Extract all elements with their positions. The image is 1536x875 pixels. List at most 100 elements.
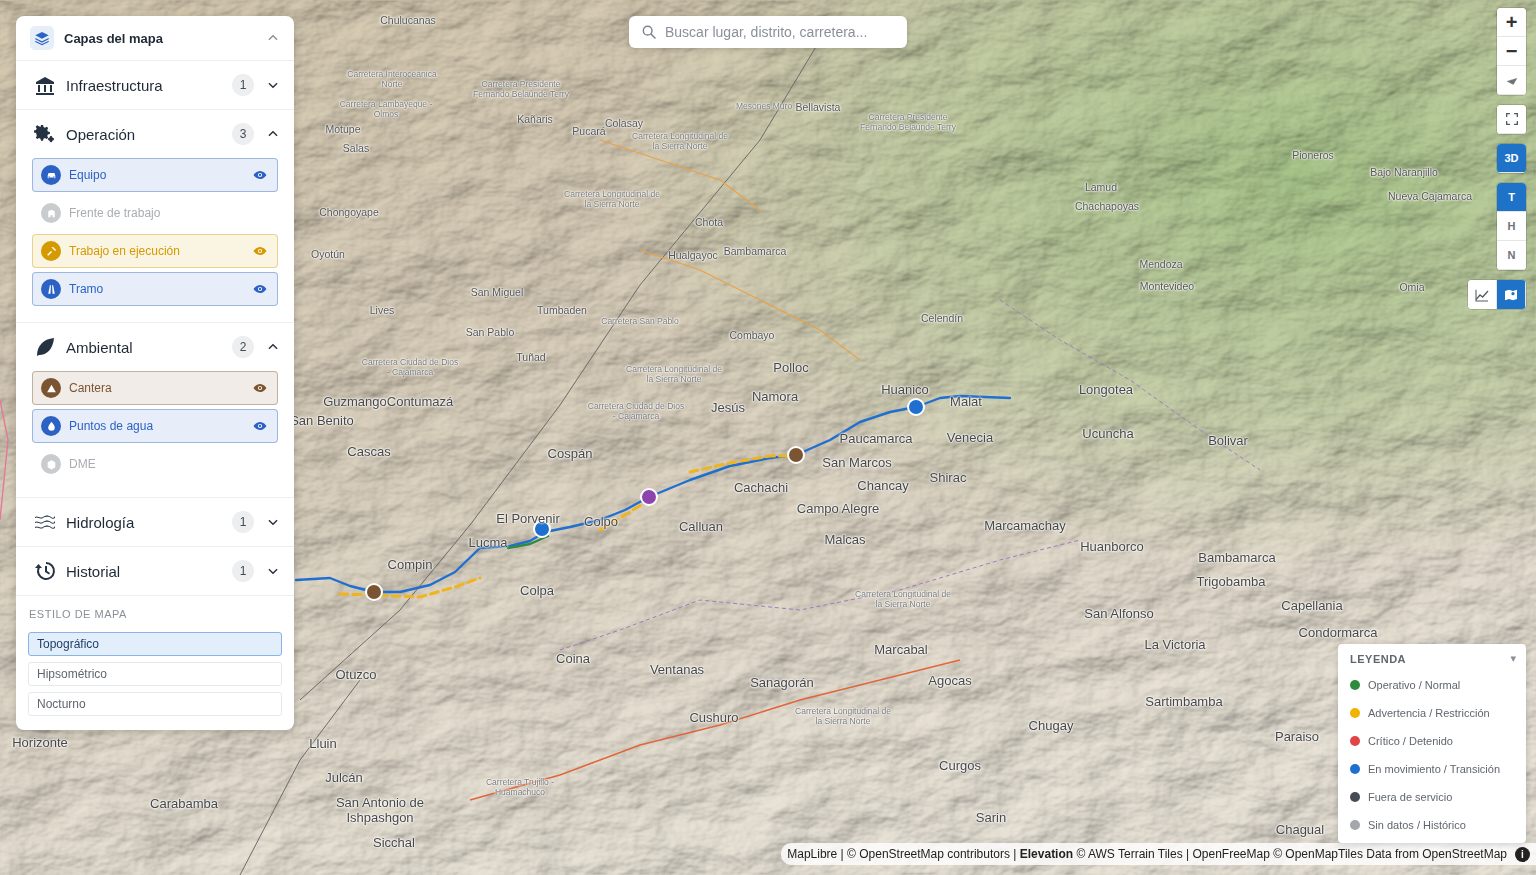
place-label: Chongoyape bbox=[319, 206, 379, 218]
layer-group: Operación3Equipo Frente de trabajo Trabajo… bbox=[16, 110, 294, 323]
place-label: Carabamba bbox=[150, 797, 218, 812]
legend-title: LEYENDA bbox=[1350, 653, 1406, 665]
eye-icon[interactable] bbox=[253, 381, 267, 395]
layers-icon bbox=[30, 26, 54, 50]
layer-group: Infraestructura1 bbox=[16, 61, 294, 110]
map-marker[interactable] bbox=[788, 447, 804, 463]
map-marker[interactable] bbox=[366, 584, 382, 600]
place-label: Cospán bbox=[548, 447, 593, 462]
compass-button[interactable] bbox=[1497, 66, 1526, 95]
status-dot bbox=[1350, 764, 1360, 774]
zoom-in-button[interactable]: + bbox=[1497, 8, 1526, 37]
layer-item[interactable]: Frente de trabajo bbox=[32, 196, 278, 230]
group-header[interactable]: Operación3 bbox=[16, 110, 294, 158]
layer-item[interactable]: Tramo bbox=[32, 272, 278, 306]
status-dot bbox=[1350, 680, 1360, 690]
place-label: Guzmango bbox=[323, 395, 387, 410]
place-label: Oyotún bbox=[311, 248, 345, 260]
layer-icon bbox=[41, 165, 61, 185]
place-label: Colasay bbox=[605, 117, 643, 129]
layer-item[interactable]: Puntos de agua bbox=[32, 409, 278, 443]
attribution-text[interactable]: © AWS Terrain Tiles | OpenFreeMap © Open… bbox=[1073, 847, 1507, 861]
route-segment[interactable] bbox=[690, 456, 796, 472]
place-label: San Pablo bbox=[466, 326, 514, 338]
map-style-option[interactable]: Nocturno bbox=[28, 692, 282, 716]
place-label: Curgos bbox=[939, 759, 981, 774]
place-label: Longotea bbox=[1079, 383, 1133, 398]
place-label: Ucuncha bbox=[1082, 427, 1133, 442]
eye-icon[interactable] bbox=[253, 244, 267, 258]
search-input[interactable] bbox=[665, 24, 897, 40]
fullscreen-icon bbox=[1504, 111, 1520, 127]
chevron-icon[interactable] bbox=[266, 127, 280, 141]
route-segment[interactable] bbox=[340, 578, 480, 597]
place-label: Sartimbamba bbox=[1145, 695, 1222, 710]
terrain-mode-button[interactable]: N bbox=[1497, 241, 1526, 270]
legend-toggle[interactable]: ▾ bbox=[1510, 652, 1516, 665]
layer-icon bbox=[41, 279, 61, 299]
legend-item: Crítico / Detenido bbox=[1338, 727, 1526, 755]
chart-icon bbox=[1474, 287, 1490, 303]
eye-icon[interactable] bbox=[253, 419, 267, 433]
chevron-icon[interactable] bbox=[266, 78, 280, 92]
fullscreen-group bbox=[1497, 105, 1526, 134]
map-marker[interactable] bbox=[641, 489, 657, 505]
place-label: Chagual bbox=[1276, 823, 1324, 838]
place-label: Marcamachay bbox=[984, 519, 1066, 534]
attribution-text[interactable]: Elevation bbox=[1020, 847, 1073, 861]
map-marker[interactable] bbox=[908, 399, 924, 415]
mode-3d-button[interactable]: 3D bbox=[1497, 144, 1526, 173]
place-label: Chota bbox=[695, 216, 723, 228]
layer-item[interactable]: Cantera bbox=[32, 371, 278, 405]
map-marker[interactable] bbox=[534, 521, 550, 537]
legend-header[interactable]: LEYENDA ▾ bbox=[1338, 650, 1526, 671]
road-line bbox=[1000, 300, 1260, 470]
group-header[interactable]: Historial1 bbox=[16, 547, 294, 595]
map-style-option[interactable]: Hipsométrico bbox=[28, 662, 282, 686]
place-label: Chachapoyas bbox=[1075, 200, 1139, 212]
place-label: Cascas bbox=[347, 445, 390, 460]
zoom-out-button[interactable]: − bbox=[1497, 37, 1526, 66]
chevron-icon[interactable] bbox=[266, 340, 280, 354]
map-style-section: ESTILO DE MAPATopográficoHipsométricoNoc… bbox=[16, 596, 294, 730]
search-box[interactable] bbox=[629, 16, 907, 48]
group-header[interactable]: Ambiental2 bbox=[16, 323, 294, 371]
attribution-text[interactable]: MapLibre | © OpenStreetMap contributors … bbox=[787, 847, 1020, 861]
chevron-icon[interactable] bbox=[266, 31, 280, 45]
eye-icon[interactable] bbox=[253, 282, 267, 296]
place-label: Marcabal bbox=[874, 643, 927, 658]
fullscreen-button[interactable] bbox=[1497, 105, 1526, 134]
layer-icon bbox=[41, 203, 61, 223]
group-header[interactable]: Infraestructura1 bbox=[16, 61, 294, 109]
map-view-button[interactable] bbox=[1497, 280, 1526, 309]
group-header[interactable]: Hidrología1 bbox=[16, 498, 294, 546]
chevron-icon[interactable] bbox=[266, 564, 280, 578]
group-icon bbox=[32, 510, 58, 534]
place-label: Contumazá bbox=[387, 395, 453, 410]
map-style-option[interactable]: Topográfico bbox=[28, 632, 282, 656]
layers-panel: Capas del mapaInfraestructura1Operación3… bbox=[16, 16, 294, 730]
route-segment[interactable] bbox=[600, 500, 649, 530]
count-badge: 3 bbox=[232, 123, 254, 145]
terrain-mode-button[interactable]: T bbox=[1497, 183, 1526, 212]
legend-item: Operativo / Normal bbox=[1338, 671, 1526, 699]
legend-label: En movimiento / Transición bbox=[1368, 763, 1500, 775]
info-button[interactable]: i bbox=[1515, 847, 1530, 862]
layer-icon bbox=[41, 241, 61, 261]
attribution-bar: MapLibre | © OpenStreetMap contributors … bbox=[781, 843, 1536, 865]
compass-icon bbox=[1504, 72, 1520, 88]
place-label: Horizonte bbox=[12, 736, 68, 751]
layer-label: Trabajo en ejecución bbox=[69, 244, 245, 258]
map-controls: +− 3D THN bbox=[1468, 8, 1526, 309]
layer-item[interactable]: Trabajo en ejecución bbox=[32, 234, 278, 268]
eye-icon[interactable] bbox=[253, 168, 267, 182]
panel-header[interactable]: Capas del mapa bbox=[16, 16, 294, 61]
layer-item[interactable]: Equipo bbox=[32, 158, 278, 192]
terrain-mode-button[interactable]: H bbox=[1497, 212, 1526, 241]
chevron-icon[interactable] bbox=[266, 515, 280, 529]
layer-item[interactable]: DME bbox=[32, 447, 278, 481]
layer-icon bbox=[41, 378, 61, 398]
route-segment[interactable] bbox=[296, 396, 1010, 592]
chart-button[interactable] bbox=[1468, 280, 1497, 309]
place-label: Polloc bbox=[773, 361, 808, 376]
